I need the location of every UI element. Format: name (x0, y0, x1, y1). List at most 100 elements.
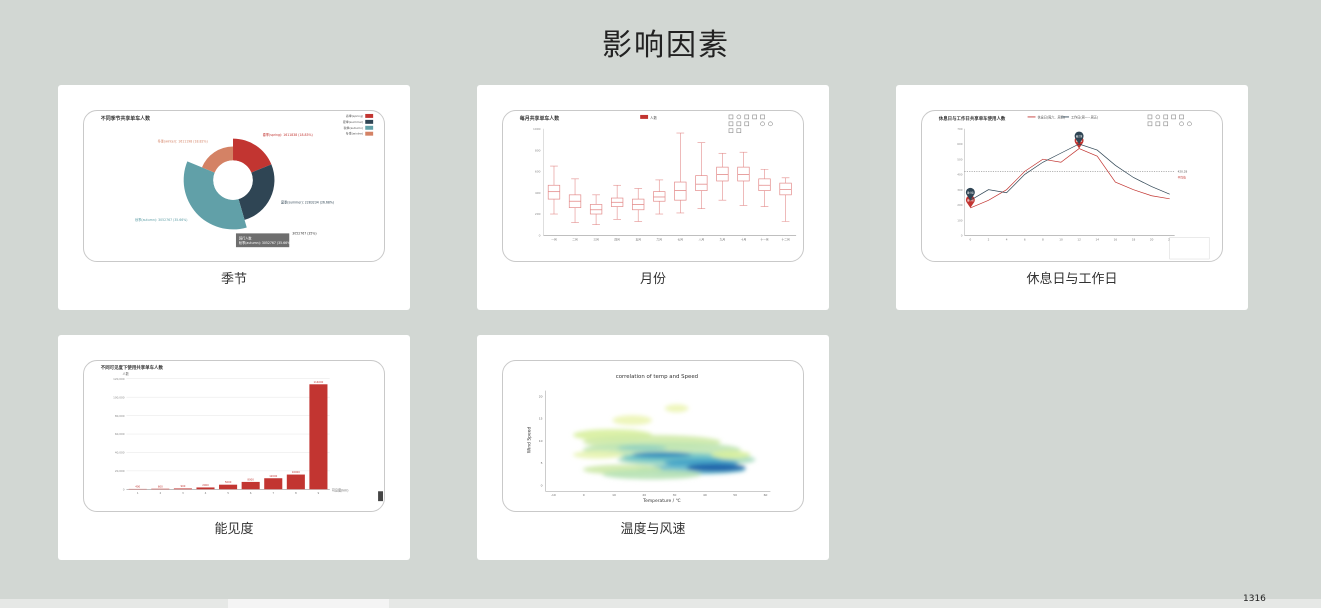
x-tick-label: 四月 (614, 237, 620, 241)
card-weekday[interactable]: 休息日与工作日共享单车使用人数 休息日(周六、周日) 工作日(周一~周五) 0 1… (896, 85, 1248, 310)
average-label: 平均值 (1178, 175, 1186, 179)
y-tick-label: 300 (957, 188, 962, 192)
visibility-chart-thumbnail: 不同可见度下使用共享单车人数 人数 0 20,000 40,000 60,000 80,… (83, 360, 385, 512)
y-tick-label: 600 (957, 142, 962, 146)
callout-label: 3052767 (35%) (292, 231, 316, 235)
legend-label: 春季(spring) (346, 113, 363, 118)
y-tick-label: 60,000 (115, 432, 125, 436)
x-tick-label: 二月 (572, 237, 578, 241)
legend-label: 秋季(autumn) (344, 125, 364, 130)
horizontal-scrollbar[interactable]: 1316 (0, 594, 1321, 608)
x-tick-label: 三月 (593, 237, 599, 241)
heat-cell (612, 415, 653, 426)
weekday-chart-thumbnail: 休息日与工作日共享单车使用人数 休息日(周六、周日) 工作日(周一~周五) 0 1… (921, 110, 1223, 262)
pie-slice-label: 冬季(winter): 1611198 (18.82%) (158, 138, 208, 143)
marker-label: 最小值 (967, 190, 974, 194)
y-tick-label: 800 (535, 148, 541, 152)
x-tick-label: 40 (703, 493, 707, 497)
card-label: 休息日与工作日 (1026, 272, 1118, 287)
x-tick-label: 10 (1059, 237, 1063, 241)
temp-wind-heatmap: correlation of temp and Speed Wind Speed… (527, 374, 771, 504)
bar-value-label: 16000 (292, 470, 300, 474)
card-label: 能见度 (214, 522, 254, 537)
bar (309, 384, 328, 490)
x-tick-label: 1 (137, 491, 139, 495)
legend-label: 冬季(winter) (346, 131, 364, 136)
bar (219, 484, 238, 490)
bar (286, 474, 305, 490)
card-label: 季节 (220, 272, 247, 287)
x-tick-label: 5 (227, 491, 229, 495)
legend-swatch (365, 131, 374, 136)
card-month[interactable]: 每月共享单车人数 人数 0 200 400 600 800 1000 一月 二月 三月 四月 五月 六… (477, 85, 829, 310)
x-tick-label: 8 (1042, 237, 1044, 241)
chart-title: 不同季节共享单车人数 (101, 115, 150, 122)
toolbox-icons (1147, 114, 1192, 127)
x-tick-label: 九月 (720, 237, 726, 241)
heat-cell (632, 451, 692, 458)
bar (241, 481, 260, 490)
season-pie-chart: 不同季节共享单车人数 春季(spring)夏季(summer)秋季(autumn… (101, 113, 374, 248)
x-tick-label: 十二月 (781, 237, 789, 241)
y-tick-label: 20 (539, 395, 543, 399)
bar (151, 488, 170, 490)
box (695, 175, 708, 191)
y-tick-label: 500 (957, 157, 962, 161)
y-tick-label: 0 (541, 483, 543, 487)
bar (173, 488, 192, 490)
y-tick-label: 20,000 (115, 469, 125, 473)
y-tick-label: 400 (957, 173, 962, 177)
legend-swatch (365, 125, 374, 130)
x-tick-label: 八月 (699, 237, 705, 241)
card-visibility[interactable]: 不同可见度下使用共享单车人数 人数 0 20,000 40,000 60,000 80,… (58, 335, 410, 560)
x-tick-label: 20 (642, 493, 646, 497)
y-axis-label: 人数 (122, 371, 129, 376)
card-season[interactable]: 不同季节共享单车人数 春季(spring) 夏季(summer) 秋季(autumn… (58, 85, 410, 310)
x-tick-label: 6 (250, 491, 252, 495)
legend-swatch (365, 119, 374, 124)
visibility-bar-chart: 不同可见度下使用共享单车人数 人数 0 20,000 40,000 60,000 80,… (101, 364, 384, 502)
box (674, 181, 687, 201)
y-tick-label: 1000 (533, 127, 541, 131)
heat-cell (711, 450, 751, 459)
box (779, 182, 792, 196)
scrollbar-thumb[interactable] (228, 599, 389, 608)
y-tick-label: 15 (539, 417, 543, 421)
bar-value-label: 900 (180, 484, 185, 488)
average-value-label: 420.28 (1178, 169, 1188, 173)
y-tick-label: 120,000 (113, 377, 125, 381)
card-label: 月份 (639, 272, 666, 287)
y-tick-label: 5 (541, 461, 543, 465)
pie-slice-label: 秋季(autumn): 3052767 (35.66%) (135, 217, 187, 222)
legend-swatch (365, 113, 374, 118)
month-boxplot-chart: 每月共享单车人数 人数 0 200 400 600 800 1000 一月 二月 三月 四月 五月 六… (520, 114, 797, 241)
x-tick-label: 9 (318, 491, 320, 495)
card-temp-wind[interactable]: correlation of temp and Speed Wind Speed… (477, 335, 829, 560)
x-tick-label: 0 (583, 493, 585, 497)
y-axis-label: Wind Speed (527, 427, 533, 454)
y-tick-label: 400 (535, 191, 541, 195)
heat-cell (602, 469, 702, 480)
page-title: 影响因素 (602, 28, 730, 63)
season-chart-thumbnail: 不同季节共享单车人数 春季(spring) 夏季(summer) 秋季(autumn… (83, 110, 385, 262)
x-tick-label: 4 (1006, 237, 1008, 241)
y-tick-label: 200 (535, 212, 541, 216)
heat-cell (664, 404, 689, 413)
x-tick-label: 14 (1095, 237, 1099, 241)
chart-title: 休息日与工作日共享单车使用人数 (938, 115, 1006, 122)
weekday-line-chart: 休息日与工作日共享单车使用人数 休息日(周六、周日) 工作日(周一~周五) 0 1… (938, 114, 1210, 260)
y-tick-label: 100 (957, 218, 962, 222)
bar (264, 478, 283, 490)
x-tick-label: 2 (159, 491, 161, 495)
y-tick-label: 10 (539, 439, 543, 443)
bar-value-label: 114000 (314, 380, 324, 384)
y-tick-label: 0 (539, 234, 541, 238)
pie-slice-label: 春季(spring): 1611838 (18.83%) (263, 132, 313, 137)
y-tick-label: 700 (957, 127, 962, 131)
bar-value-label: 8000 (247, 477, 254, 481)
series-line (970, 148, 1170, 209)
heat-cell (686, 463, 746, 472)
x-tick-label: 30 (673, 493, 677, 497)
legend-label: 夏季(summer) (343, 119, 363, 124)
x-tick-label: 16 (1114, 237, 1118, 241)
